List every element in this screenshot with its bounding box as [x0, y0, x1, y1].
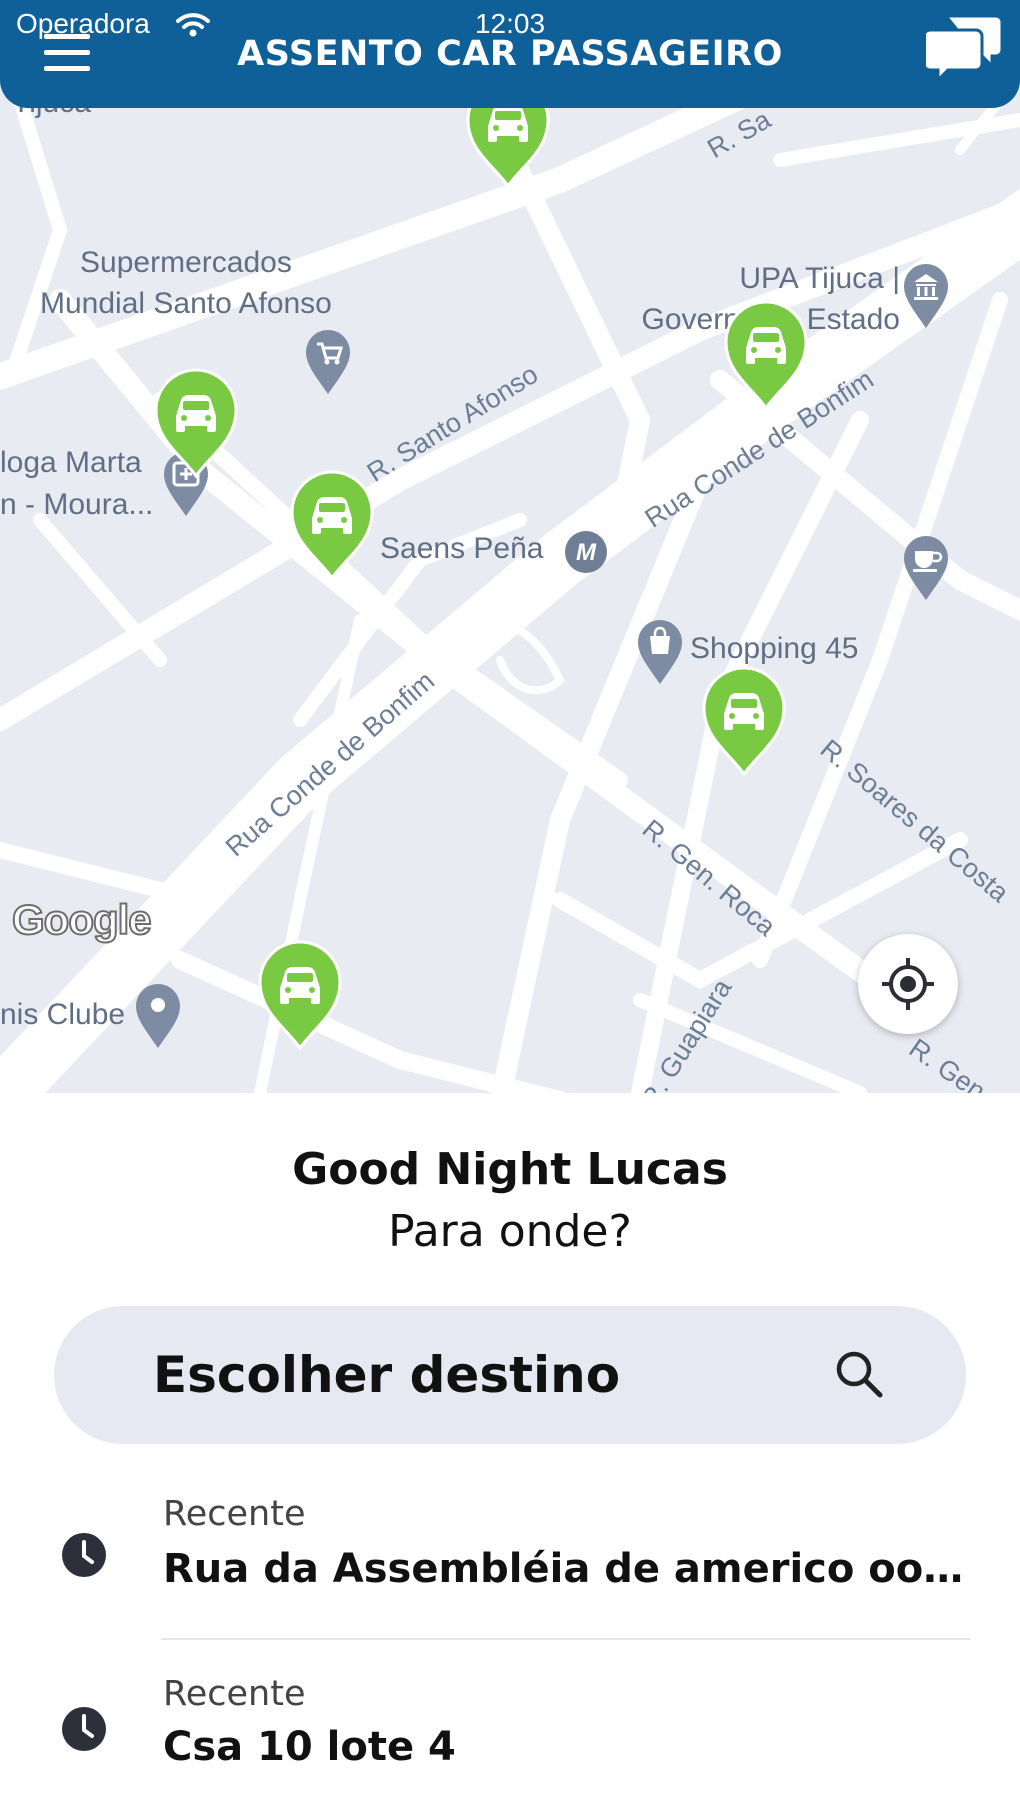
- government-poi-icon[interactable]: [902, 262, 950, 328]
- car-pin-icon[interactable]: [724, 300, 808, 410]
- my-location-button[interactable]: [858, 934, 958, 1034]
- recent-destination-item[interactable]: Recente Rua da Assembléia de americo oob…: [0, 1480, 1020, 1640]
- place-label-clube: nis Clube: [0, 998, 126, 1031]
- svg-text:M: M: [576, 539, 597, 566]
- shopping-cart-poi-icon[interactable]: [304, 328, 352, 394]
- map-view[interactable]: Tijuca Supermercados Mundial Santo Afons…: [0, 0, 1020, 1093]
- destination-search-bar[interactable]: Escolher destino: [54, 1306, 966, 1444]
- app-header: Operadora 12:03 ASSENTO CAR PASSAGEIRO: [0, 0, 1020, 108]
- recent-address: Rua da Assembléia de americo ooberlan...: [163, 1546, 973, 1592]
- recent-address: Csa 10 lote 4: [163, 1724, 456, 1770]
- app-title: ASSENTO CAR PASSAGEIRO: [237, 34, 783, 74]
- shopping-bag-poi-icon[interactable]: [636, 618, 684, 684]
- clock-icon: [62, 1533, 106, 1577]
- recent-destination-item[interactable]: Recente Csa 10 lote 4: [0, 1660, 1020, 1820]
- search-icon: [836, 1351, 883, 1398]
- recent-label: Recente: [163, 1494, 306, 1534]
- clock-icon: [62, 1707, 106, 1751]
- google-logo: Google: [11, 895, 153, 944]
- place-label-loga-marta: loga Marta: [0, 446, 142, 479]
- place-label-supermercados: Supermercados Mundial Santo Afonso: [40, 246, 332, 320]
- where-to-text: Para onde?: [388, 1206, 632, 1257]
- crosshair-icon: [882, 958, 934, 1010]
- list-divider: [162, 1638, 970, 1640]
- cafe-poi-icon[interactable]: [902, 534, 950, 600]
- place-label-moura: n - Moura...: [0, 488, 154, 521]
- recent-label: Recente: [163, 1674, 306, 1714]
- car-pin-icon[interactable]: [154, 368, 238, 478]
- location-poi-icon[interactable]: [134, 982, 182, 1048]
- car-pin-icon[interactable]: [290, 470, 374, 580]
- car-pin-icon[interactable]: [258, 940, 342, 1050]
- metro-station-icon[interactable]: M: [564, 530, 608, 574]
- place-label-saens-pena: Saens Peña: [380, 532, 544, 565]
- car-pin-icon[interactable]: [702, 666, 786, 776]
- place-label-shopping: Shopping 45: [690, 632, 859, 665]
- destination-search-label: Escolher destino: [153, 1346, 621, 1404]
- chat-bubbles-icon[interactable]: [926, 12, 1006, 82]
- greeting-text: Good Night Lucas: [292, 1144, 728, 1195]
